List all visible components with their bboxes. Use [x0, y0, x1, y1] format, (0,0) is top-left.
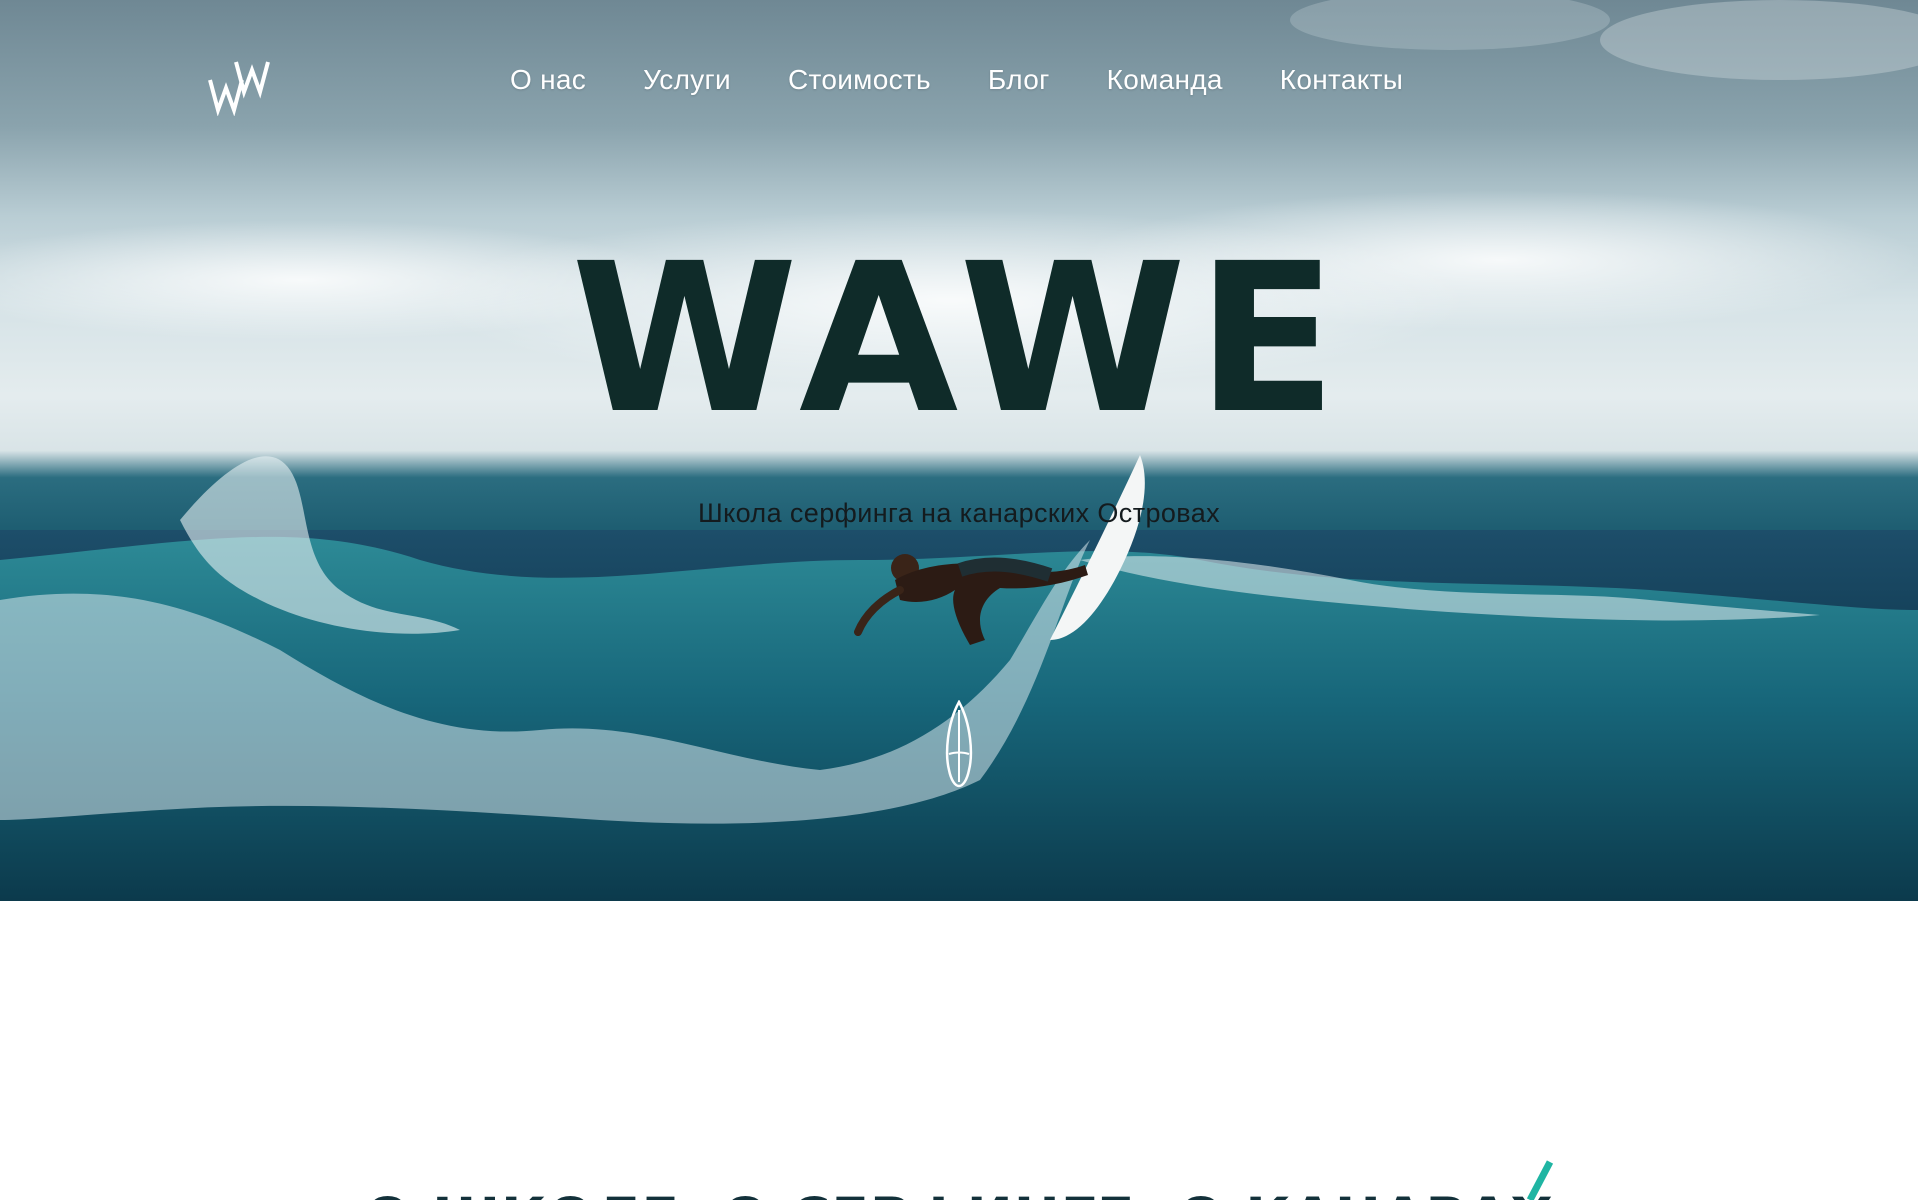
main-nav: О нас Услуги Стоимость Блог Команда Конт…: [510, 64, 1403, 96]
nav-item-contacts[interactable]: Контакты: [1280, 64, 1403, 96]
hero-subtitle: Школа серфинга на канарских Островах: [697, 498, 1221, 528]
accent-slash-icon: [1524, 1160, 1554, 1200]
hero-section: О нас Услуги Стоимость Блог Команда Конт…: [0, 0, 1918, 901]
nav-item-team[interactable]: Команда: [1107, 64, 1223, 96]
page: О нас Услуги Стоимость Блог Команда Конт…: [0, 0, 1918, 1200]
wawe-logo-icon[interactable]: [206, 52, 286, 117]
nav-item-services[interactable]: Услуги: [643, 64, 731, 96]
nav-item-about[interactable]: О нас: [510, 64, 586, 96]
nav-item-pricing[interactable]: Стоимость: [788, 64, 931, 96]
hero-title: WAWE: [570, 219, 1348, 459]
nav-item-blog[interactable]: Блог: [988, 64, 1050, 96]
about-section-title: О ШКОЛЕ, О СЕРФИНГЕ, О КАНАРАХ: [0, 1186, 1918, 1200]
surfboard-icon[interactable]: [943, 699, 975, 788]
